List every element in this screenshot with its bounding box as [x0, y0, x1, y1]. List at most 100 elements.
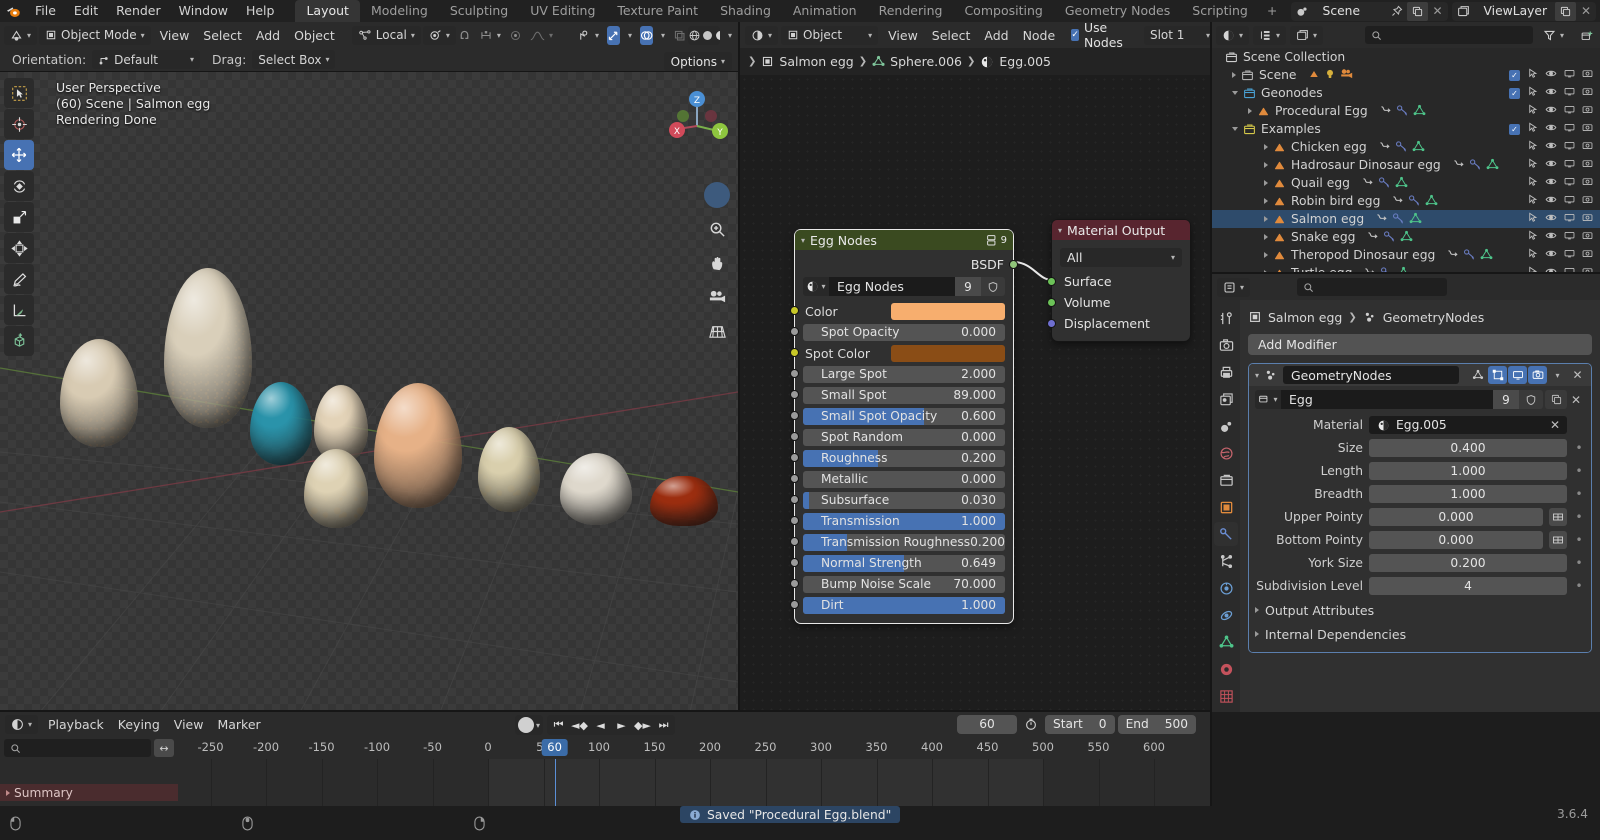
- menu-render[interactable]: Render: [107, 0, 170, 22]
- modifier-field-value[interactable]: 0.200: [1369, 554, 1567, 572]
- cursor-tool[interactable]: [4, 109, 34, 139]
- disable-render-icon[interactable]: [1582, 176, 1593, 190]
- timeline-menu-keying[interactable]: Keying: [111, 715, 167, 734]
- new-viewlayer-button[interactable]: [1555, 1, 1576, 21]
- properties-tab-physics[interactable]: [1214, 576, 1238, 600]
- disable-viewport-icon[interactable]: [1564, 86, 1575, 100]
- node-collapse-icon[interactable]: ▾: [801, 236, 805, 245]
- edit-mode-toggle-icon[interactable]: [1488, 366, 1507, 384]
- collapse-triangle-icon[interactable]: [1264, 252, 1268, 258]
- timeline-scrubber[interactable]: -250-200-150-100-50050100150200250300350…: [178, 737, 1210, 759]
- blender-logo-icon[interactable]: [0, 0, 26, 22]
- workspace-tab-rendering[interactable]: Rendering: [868, 0, 954, 22]
- disable-viewport-icon[interactable]: [1564, 194, 1575, 208]
- collapse-triangle-icon[interactable]: [1232, 72, 1236, 78]
- node-group-name[interactable]: Egg: [1281, 390, 1493, 409]
- collapse-triangle-icon[interactable]: [1264, 144, 1268, 150]
- timeline-menu-marker[interactable]: Marker: [210, 715, 267, 734]
- clear-material-button[interactable]: ✕: [1550, 418, 1567, 432]
- outliner-row-scene[interactable]: Scene ✓: [1212, 66, 1600, 84]
- mesh-data-icon[interactable]: [1409, 212, 1422, 227]
- mesh-data-icon[interactable]: [1480, 248, 1493, 263]
- summary-channel[interactable]: Summary: [0, 784, 178, 801]
- disable-viewport-icon[interactable]: [1564, 176, 1575, 190]
- selectable-icon[interactable]: [1527, 140, 1538, 154]
- node-header[interactable]: ▾ Material Output: [1052, 220, 1190, 240]
- outliner-row-scene-collection[interactable]: Scene Collection: [1212, 48, 1600, 66]
- disable-viewport-icon[interactable]: [1564, 248, 1575, 262]
- disable-render-icon[interactable]: [1582, 140, 1593, 154]
- property-slider[interactable]: Spot Opacity 0.000: [803, 323, 1005, 341]
- collapse-triangle-icon[interactable]: [1264, 234, 1268, 240]
- selectable-icon[interactable]: [1527, 86, 1538, 100]
- light-icon[interactable]: [1324, 68, 1336, 83]
- proportional-falloff-selector[interactable]: ▾: [524, 26, 559, 45]
- timeline-menu-view[interactable]: View: [167, 715, 211, 734]
- workspace-tab-shading[interactable]: Shading: [709, 0, 782, 22]
- shader-type-selector[interactable]: Object ▾: [781, 25, 879, 45]
- node-menu-select[interactable]: Select: [925, 26, 978, 45]
- property-slider[interactable]: Subsurface 0.030: [803, 491, 1005, 509]
- node-menu-view[interactable]: View: [881, 26, 925, 45]
- camera-perspective-toggle[interactable]: [704, 182, 730, 208]
- selectable-icon[interactable]: [1527, 68, 1538, 82]
- expand-channels-icon[interactable]: ↔: [154, 739, 174, 757]
- mesh-data-icon[interactable]: [1425, 194, 1438, 209]
- properties-tab-modifier[interactable]: [1214, 522, 1238, 546]
- datablock-name[interactable]: Egg Nodes: [829, 277, 955, 296]
- add-cube-tool[interactable]: [4, 326, 34, 356]
- properties-tab-column[interactable]: [1212, 300, 1240, 712]
- on-cage-toggle-icon[interactable]: [1468, 366, 1487, 384]
- collapse-triangle-icon[interactable]: [1264, 216, 1268, 222]
- expand-chevron-icon[interactable]: ▾: [1255, 371, 1259, 380]
- measure-tool[interactable]: [4, 295, 34, 325]
- properties-tab-data[interactable]: [1214, 630, 1238, 654]
- hide-eye-icon[interactable]: [1545, 230, 1557, 244]
- property-slider[interactable]: Roughness 0.200: [803, 449, 1005, 467]
- mesh-data-icon[interactable]: [1395, 176, 1408, 191]
- properties-tab-particles[interactable]: [1214, 549, 1238, 573]
- modifier-icon[interactable]: [1361, 176, 1374, 191]
- modifier-field-value[interactable]: Egg.005 ✕: [1369, 416, 1567, 434]
- overlay-options-selector[interactable]: ▾: [655, 26, 671, 45]
- input-socket[interactable]: [790, 558, 799, 567]
- use-preview-range-icon[interactable]: [1020, 714, 1042, 734]
- realtime-toggle-icon[interactable]: [1508, 366, 1527, 384]
- animate-property-dot[interactable]: •: [1573, 441, 1585, 455]
- outliner-row-quail-egg[interactable]: Quail egg: [1212, 174, 1600, 192]
- wrench-icon[interactable]: [1396, 104, 1409, 119]
- property-slider[interactable]: Bump Noise Scale 70.000: [803, 575, 1005, 593]
- properties-tab-material[interactable]: [1214, 657, 1238, 681]
- hide-eye-icon[interactable]: [1545, 68, 1557, 82]
- input-socket[interactable]: [1047, 277, 1056, 286]
- output-target-selector[interactable]: All ▾: [1060, 248, 1182, 267]
- viewlayer-name-field[interactable]: ViewLayer: [1476, 4, 1555, 18]
- modifier-extras-icon[interactable]: ▾: [1548, 366, 1567, 384]
- input-socket[interactable]: [790, 600, 799, 609]
- mesh-data-icon[interactable]: [1413, 104, 1426, 119]
- pin-scene-icon[interactable]: [1387, 2, 1407, 21]
- exclude-checkbox[interactable]: ✓: [1509, 69, 1520, 81]
- scale-tool[interactable]: [4, 202, 34, 232]
- workspace-tab-layout[interactable]: Layout: [295, 0, 360, 22]
- egg-red-glass[interactable]: [650, 476, 718, 526]
- collapse-triangle-icon[interactable]: [1264, 198, 1268, 204]
- snap-target-selector[interactable]: ▾: [473, 26, 507, 45]
- mesh-data-icon[interactable]: [1400, 230, 1413, 245]
- channel-search-input[interactable]: [4, 739, 151, 757]
- hide-eye-icon[interactable]: [1545, 140, 1557, 154]
- scene-name-field[interactable]: Scene: [1315, 4, 1387, 18]
- exclude-checkbox[interactable]: ✓: [1509, 87, 1520, 99]
- duplicate-node-group-button[interactable]: [1545, 390, 1567, 409]
- menu-edit[interactable]: Edit: [65, 0, 107, 22]
- input-socket[interactable]: [790, 579, 799, 588]
- outliner-row-snake-egg[interactable]: Snake egg: [1212, 228, 1600, 246]
- animate-property-dot[interactable]: •: [1573, 579, 1585, 593]
- property-slider[interactable]: Normal Strength 0.649: [803, 554, 1005, 572]
- exclude-checkbox[interactable]: ✓: [1509, 123, 1520, 135]
- disable-render-icon[interactable]: [1582, 248, 1593, 262]
- expand-triangle-icon[interactable]: [1232, 91, 1238, 95]
- disable-render-icon[interactable]: [1582, 230, 1593, 244]
- properties-tab-scene[interactable]: [1214, 414, 1238, 438]
- add-modifier-button[interactable]: Add Modifier: [1248, 334, 1592, 355]
